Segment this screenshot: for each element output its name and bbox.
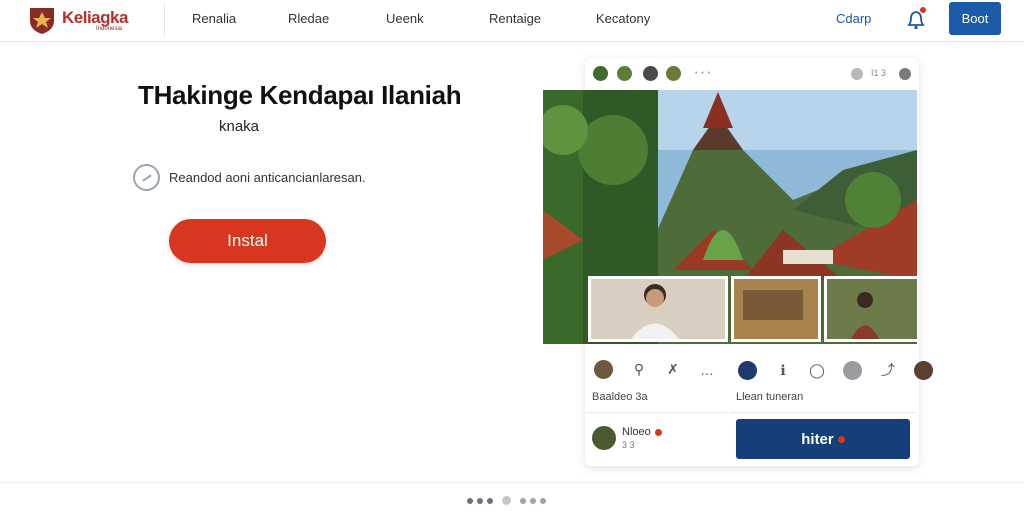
share-icon[interactable]: ✗ [665, 361, 681, 378]
pager-dot-active[interactable] [502, 496, 511, 505]
logo-emblem-icon[interactable] [27, 5, 57, 35]
post-actions: ℹ ◯ ⤴ [738, 360, 933, 380]
hero-photo-collage [543, 90, 917, 344]
avatar[interactable] [738, 360, 757, 380]
install-button[interactable]: Instal [169, 219, 326, 263]
avatar[interactable] [643, 66, 658, 81]
post-panel-left: ⚲ ✗ … Baaldeo 3a Nloeo 3 3 [586, 346, 727, 462]
nav-item-2[interactable]: Rledae [288, 11, 329, 26]
hero-subtitle: knaka [219, 118, 260, 135]
avatar[interactable] [617, 66, 632, 81]
pager-dot[interactable] [477, 497, 483, 504]
top-action-button[interactable]: Boot [949, 2, 1001, 35]
post-caption: Baaldeo 3a [592, 391, 648, 403]
notification-badge [654, 428, 662, 436]
user-meta: 3 3 [622, 440, 635, 450]
avatar[interactable] [594, 360, 613, 379]
divider [730, 412, 916, 413]
footer-divider [0, 482, 1024, 483]
pager-dot[interactable] [530, 497, 536, 504]
comment-icon[interactable]: ◯ [809, 362, 825, 379]
pager-dot[interactable] [467, 497, 473, 504]
pager-dot[interactable] [520, 497, 526, 504]
hero-title: THakinge Kendapaı Ilaniah [138, 80, 462, 110]
avatar[interactable] [914, 360, 933, 380]
search-icon[interactable]: ⚲ [631, 361, 647, 378]
status-indicator [851, 68, 863, 80]
avatar[interactable] [666, 66, 681, 81]
avatar[interactable] [593, 66, 608, 81]
notification-badge [837, 435, 845, 443]
nav-cta-link[interactable]: Cdarp [836, 11, 871, 26]
user-row[interactable]: Nloeo 3 3 [592, 426, 662, 450]
primary-action-label: hiter [801, 430, 834, 448]
info-icon[interactable]: ℹ [775, 362, 791, 379]
primary-action-button[interactable]: hiter [736, 419, 910, 459]
consent-checkbox-row[interactable]: Reandod aoni anticancianlaresan. [133, 163, 366, 191]
divider [586, 412, 727, 413]
more-icon[interactable]: … [699, 362, 715, 378]
nav-item-5[interactable]: Kecatony [596, 11, 650, 26]
avatar[interactable] [843, 360, 862, 380]
pager-dot[interactable] [487, 497, 493, 504]
menu-icon[interactable] [899, 68, 911, 80]
header-dots: • • • [695, 70, 712, 77]
brand-tagline: Indonesia [96, 26, 123, 32]
carousel-pager [467, 496, 546, 505]
nav-item-3[interactable]: Ueenk [386, 11, 424, 26]
nav-divider [164, 4, 165, 36]
post-panel-right: ℹ ◯ ⤴ Llean tuneran hiter [730, 346, 933, 462]
post-actions: ⚲ ✗ … [594, 360, 715, 379]
card-header: • • • I1 3 [585, 58, 919, 90]
brand-name[interactable]: Keliagka [62, 8, 128, 28]
nav-item-1[interactable]: Renalia [192, 11, 236, 26]
post-caption: Llean tuneran [736, 391, 804, 403]
avatar[interactable] [592, 426, 616, 450]
top-navbar: Keliagka Indonesia Renalia Rledae Ueenk … [0, 0, 1024, 42]
bookmark-icon[interactable]: ⤴ [880, 360, 896, 380]
user-name: Nloeo [622, 426, 651, 438]
header-meta: I1 3 [871, 68, 887, 78]
consent-checkbox-label: Reandod aoni anticancianlaresan. [169, 169, 366, 185]
consent-checkbox[interactable] [133, 163, 160, 191]
nav-item-4[interactable]: Rentaige [489, 11, 541, 26]
pager-dot[interactable] [540, 497, 546, 504]
bell-icon[interactable] [904, 7, 928, 31]
